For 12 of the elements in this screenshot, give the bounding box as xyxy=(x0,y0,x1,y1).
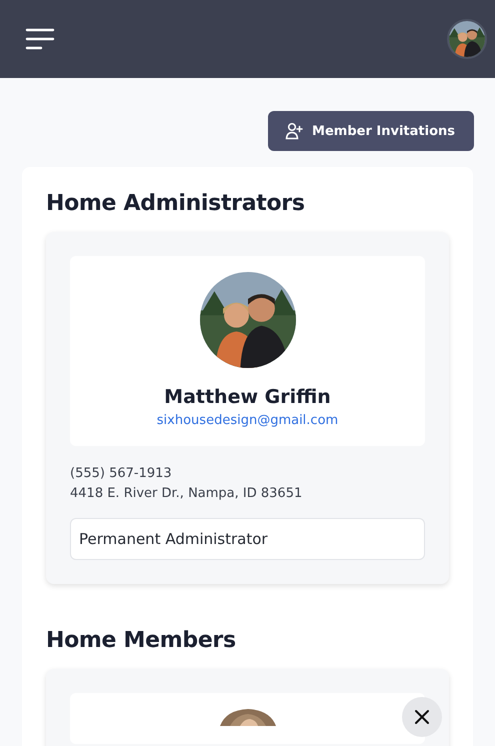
person-name: Matthew Griffin xyxy=(164,386,331,408)
role-field[interactable]: Permanent Administrator xyxy=(70,518,425,560)
email-link[interactable]: sixhousedesign@gmail.com xyxy=(156,413,338,428)
member-invitations-button[interactable]: Member Invitations xyxy=(268,111,474,151)
section-title: Home Members xyxy=(46,628,237,653)
address: 4418 E. River Dr., Nampa, ID 83651 xyxy=(70,485,304,503)
add-user-icon xyxy=(285,122,304,140)
close-icon xyxy=(414,709,430,725)
section-title: Home Administrators xyxy=(46,191,306,216)
menu-icon[interactable] xyxy=(25,28,55,50)
avatar[interactable] xyxy=(447,19,487,59)
phone-number: (555) 567-1913 xyxy=(70,465,173,483)
